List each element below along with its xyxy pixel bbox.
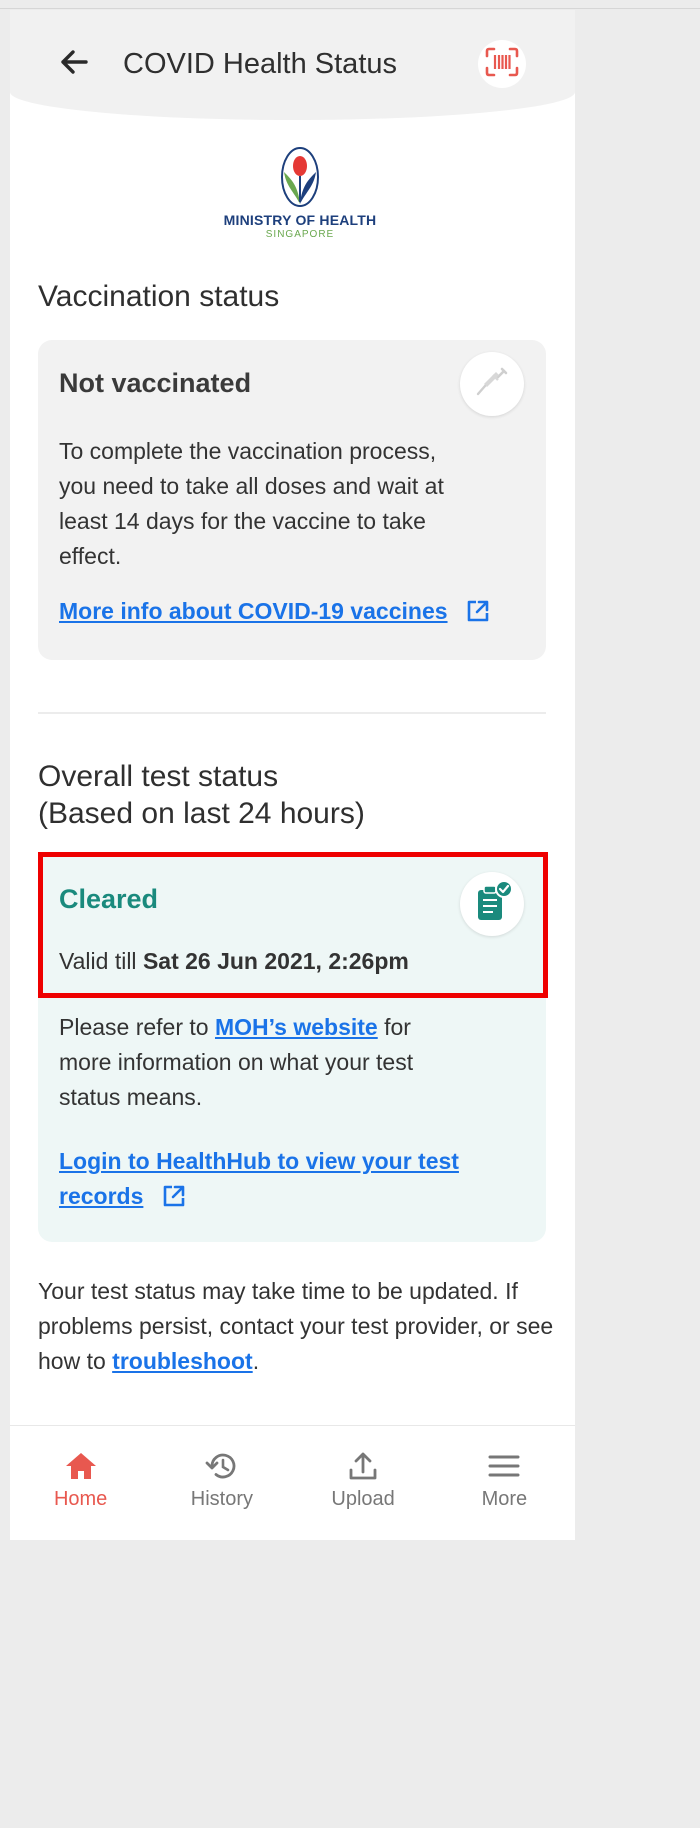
nav-label-more: More [481,1488,528,1510]
test-refer-text: Please refer to MOH’s website for more i… [59,1010,459,1115]
healthhub-login-link[interactable]: Login to HealthHub to view your test rec… [59,1148,459,1209]
logo-ministry-name: MINISTRY OF HEALTH [223,212,377,228]
barcode-scan-icon [485,47,519,82]
vaccination-section-title: Vaccination status [38,280,280,313]
external-link-icon[interactable] [466,598,490,633]
menu-icon [486,1450,522,1482]
healthhub-link-row: Login to HealthHub to view your test rec… [59,1144,499,1218]
nav-item-home[interactable]: Home [10,1426,151,1540]
nav-item-more[interactable]: More [434,1426,575,1540]
nav-item-history[interactable]: History [151,1426,292,1540]
section-divider [38,712,546,714]
footnote-end: . [252,1348,260,1374]
nav-label-history: History [190,1488,253,1510]
vaccination-description: To complete the vaccination process, you… [59,438,444,569]
home-icon [63,1450,99,1482]
bottom-navigation: Home History Upload More [10,1425,575,1540]
test-section-title: Overall test status (Based on last 24 ho… [38,758,365,832]
app-screen: COVID Health Status MINISTRY OF HEALTH S… [10,10,575,1540]
window-top-edge [0,0,700,9]
arrow-left-icon[interactable] [56,44,92,80]
page-title: COVID Health Status [123,48,397,80]
logo-country: SINGAPORE [265,229,335,240]
vaccination-status-card: Not vaccinated To complete the vaccinati… [38,340,546,660]
moh-logo: MINISTRY OF HEALTH SINGAPORE [210,146,390,256]
syringe-badge [460,352,524,416]
vaccination-status-label: Not vaccinated [59,368,252,398]
vaccine-info-link[interactable]: More info about COVID-19 vaccines [59,598,448,624]
test-status-footnote: Your test status may take time to be upd… [38,1274,558,1379]
troubleshoot-link[interactable]: troubleshoot [112,1348,253,1374]
vaccine-info-link-row: More info about COVID-19 vaccines [59,594,490,633]
moh-emblem-icon [210,146,390,208]
app-header: COVID Health Status [10,10,575,120]
upload-icon [345,1450,381,1482]
syringe-icon [474,364,510,405]
external-link-icon[interactable] [162,1183,186,1218]
test-section-title-line2: (Based on last 24 hours) [38,797,365,830]
moh-website-link[interactable]: MOH’s website [215,1014,378,1040]
scan-button[interactable] [478,40,526,88]
test-section-title-line1: Overall test status [38,760,279,793]
nav-label-upload: Upload [331,1488,395,1510]
refer-prefix: Please refer to [59,1014,209,1040]
cleared-status-highlight [38,852,548,998]
nav-item-upload[interactable]: Upload [293,1426,434,1540]
nav-label-home: Home [53,1488,108,1510]
history-icon [204,1450,240,1482]
